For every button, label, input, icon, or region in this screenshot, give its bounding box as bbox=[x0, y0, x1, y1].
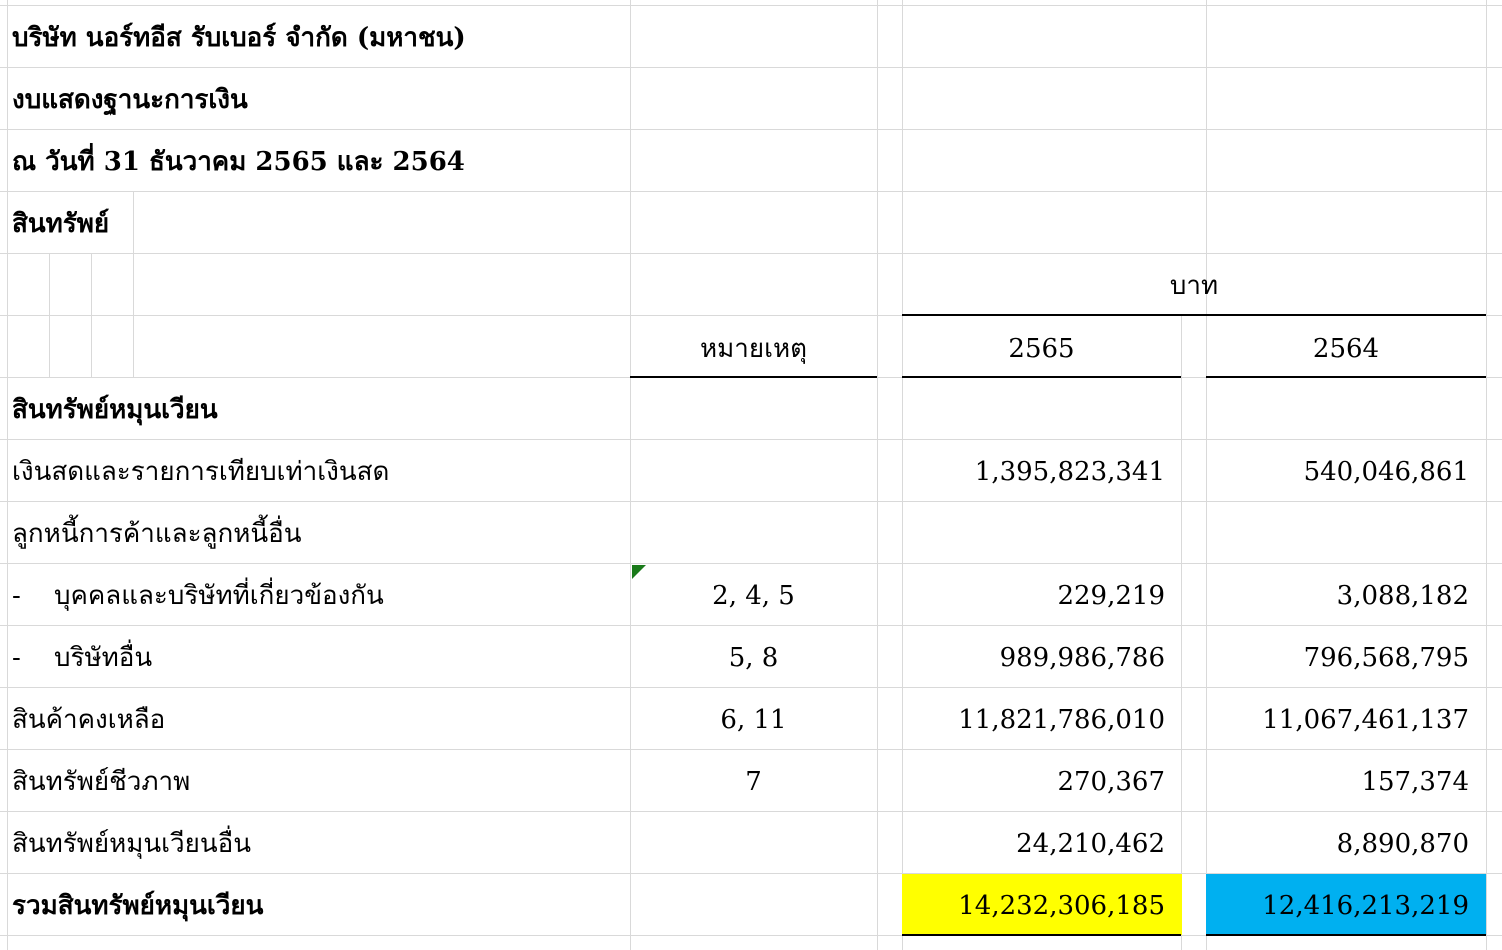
value-2565[interactable]: 229,219 bbox=[902, 565, 1165, 627]
year-2564-header[interactable]: 2564 bbox=[1206, 318, 1486, 380]
total-2565-underline bbox=[902, 934, 1181, 936]
subsection-title[interactable]: สินทรัพย์หมุนเวียน bbox=[12, 379, 218, 441]
currency-underline bbox=[902, 314, 1486, 316]
total-2564-underline bbox=[1206, 934, 1486, 936]
row-label[interactable]: บุคคลและบริษัทที่เกี่ยวข้องกัน bbox=[54, 565, 384, 627]
value-2565[interactable]: 989,986,786 bbox=[902, 627, 1165, 689]
value-2565[interactable]: 11,821,786,010 bbox=[902, 689, 1165, 751]
row-label[interactable]: บริษัทอื่น bbox=[54, 627, 152, 689]
row-note[interactable]: 5, 8 bbox=[630, 627, 877, 689]
year-2564-underline bbox=[1206, 376, 1486, 378]
row-note[interactable]: 6, 11 bbox=[630, 689, 877, 751]
value-2565[interactable]: 24,210,462 bbox=[902, 813, 1165, 875]
row-label[interactable]: ลูกหนี้การค้าและลูกหนี้อื่น bbox=[12, 503, 302, 565]
year-2565-underline bbox=[902, 376, 1181, 378]
row-note[interactable]: 7 bbox=[630, 751, 877, 813]
currency-header[interactable]: บาท bbox=[902, 255, 1486, 317]
row-dash[interactable]: - bbox=[12, 565, 21, 627]
section-title[interactable]: สินทรัพย์ bbox=[12, 193, 109, 255]
total-value-2565[interactable]: 14,232,306,185 bbox=[902, 875, 1165, 937]
row-label[interactable]: สินทรัพย์ชีวภาพ bbox=[12, 751, 190, 813]
value-2564[interactable]: 3,088,182 bbox=[1206, 565, 1469, 627]
statement-title[interactable]: งบแสดงฐานะการเงิน bbox=[12, 69, 248, 131]
row-label[interactable]: สินทรัพย์หมุนเวียนอื่น bbox=[12, 813, 251, 875]
company-name[interactable]: บริษัท นอร์ทอีส รับเบอร์ จำกัด (มหาชน) bbox=[12, 7, 466, 69]
value-2564[interactable]: 8,890,870 bbox=[1206, 813, 1469, 875]
row-note[interactable]: 2, 4, 5 bbox=[630, 565, 877, 627]
row-dash[interactable]: - bbox=[12, 627, 21, 689]
value-2564[interactable]: 11,067,461,137 bbox=[1206, 689, 1469, 751]
statement-date[interactable]: ณ วันที่ 31 ธันวาคม 2565 และ 2564 bbox=[12, 131, 465, 193]
row-label[interactable]: เงินสดและรายการเทียบเท่าเงินสด bbox=[12, 441, 389, 503]
note-underline bbox=[630, 376, 877, 378]
value-2564[interactable]: 796,568,795 bbox=[1206, 627, 1469, 689]
total-label[interactable]: รวมสินทรัพย์หมุนเวียน bbox=[12, 875, 263, 937]
value-2565[interactable]: 1,395,823,341 bbox=[902, 441, 1165, 503]
value-2564[interactable]: 157,374 bbox=[1206, 751, 1469, 813]
note-header[interactable]: หมายเหตุ bbox=[630, 318, 877, 380]
value-2565[interactable]: 270,367 bbox=[902, 751, 1165, 813]
total-value-2564[interactable]: 12,416,213,219 bbox=[1206, 875, 1469, 937]
row-label[interactable]: สินค้าคงเหลือ bbox=[12, 689, 165, 751]
year-2565-header[interactable]: 2565 bbox=[902, 318, 1181, 380]
value-2564[interactable]: 540,046,861 bbox=[1206, 441, 1469, 503]
